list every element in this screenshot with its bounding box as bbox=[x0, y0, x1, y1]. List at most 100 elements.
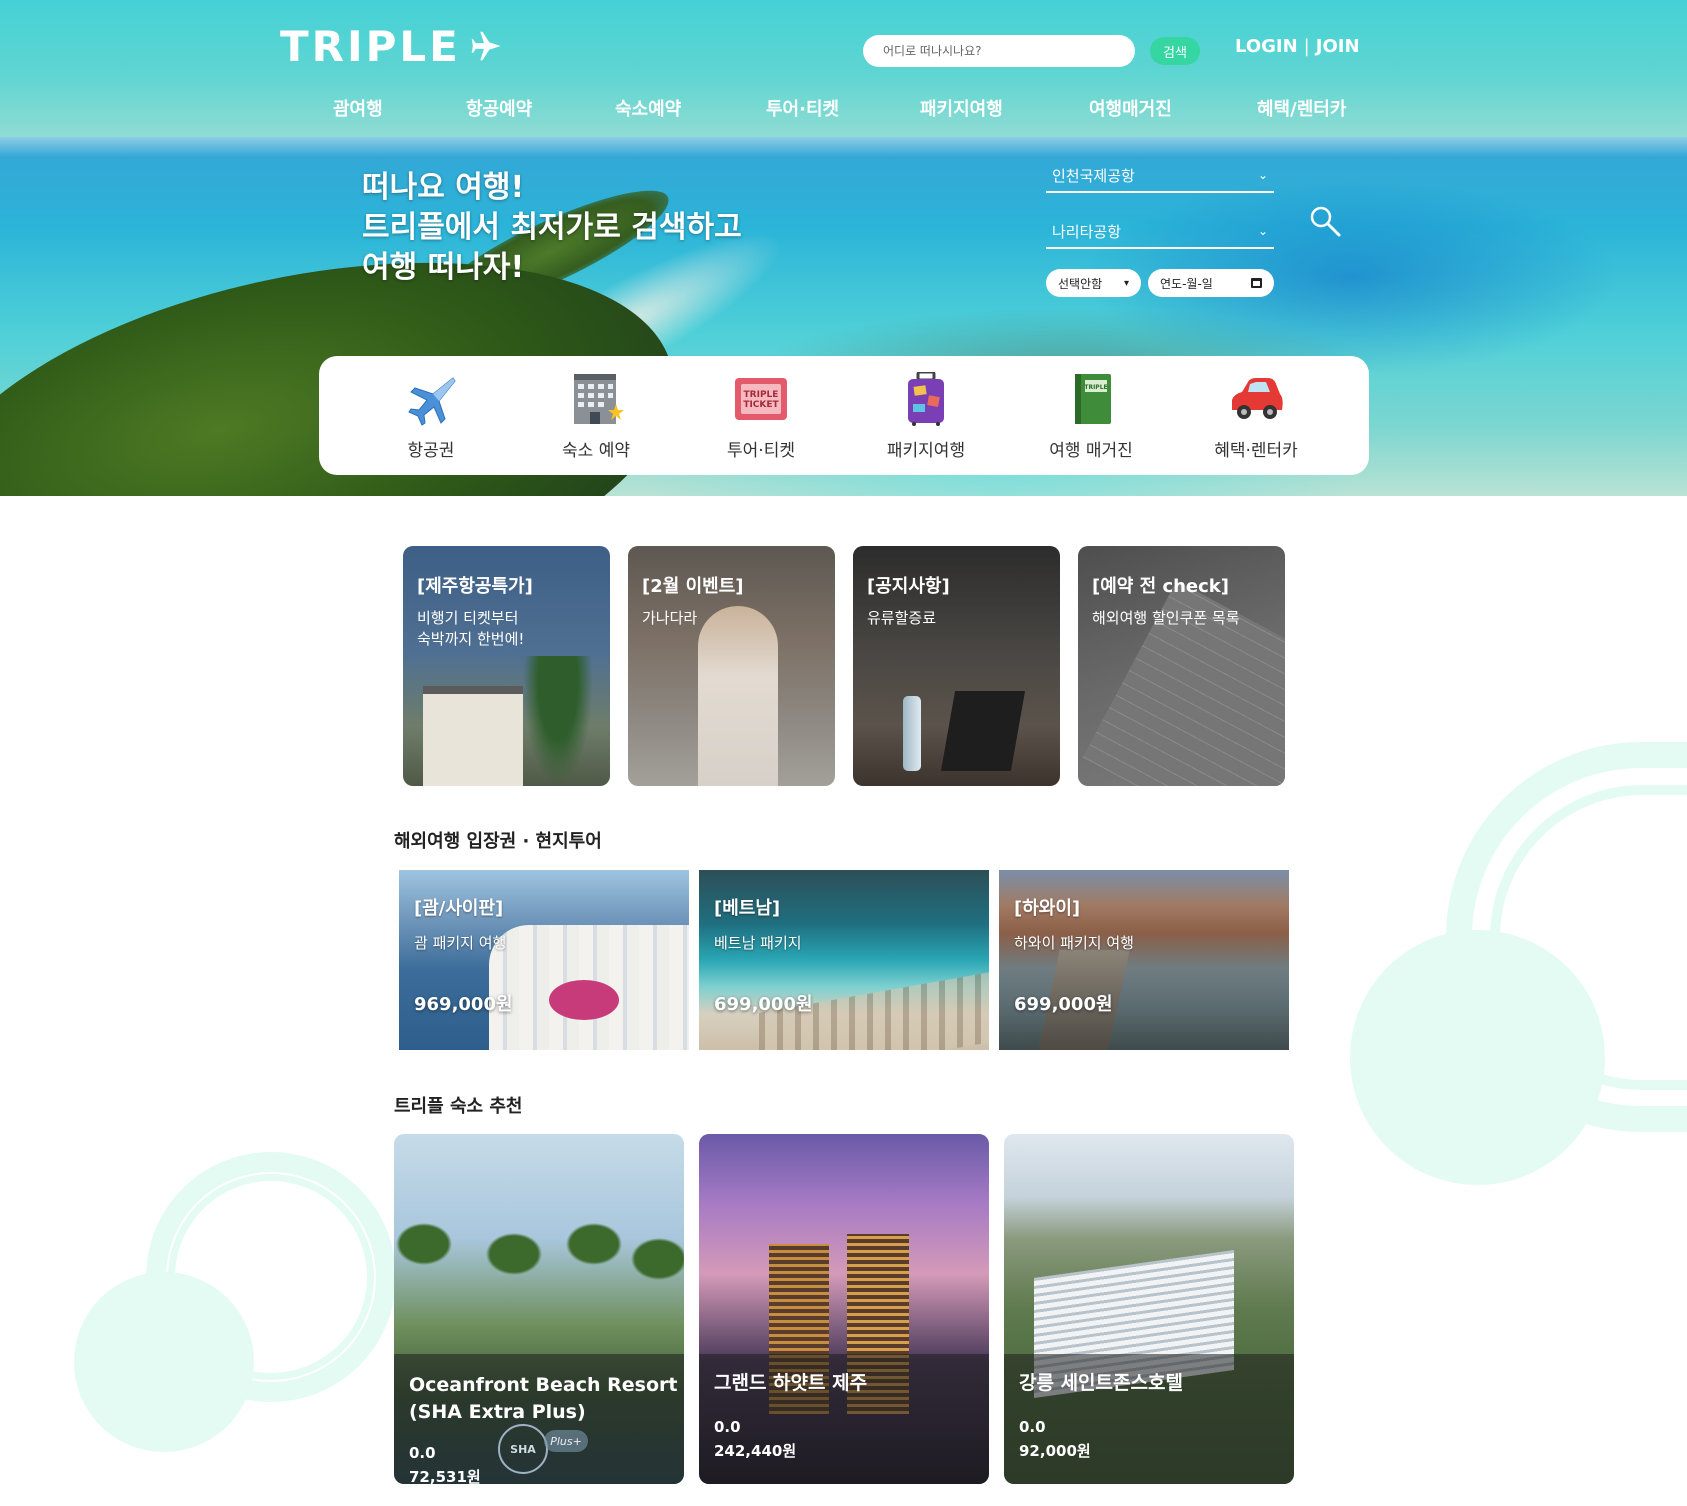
decor-ring bbox=[168, 1174, 374, 1380]
hotel-name-line: 그랜드 하얏트 제주 bbox=[714, 1372, 868, 1394]
event-desc-line: 유류할증료 bbox=[867, 609, 937, 627]
hero-headline-line: 여행 떠나자! bbox=[362, 250, 525, 285]
hotel-card-oceanfront[interactable]: SHA Plus+ Oceanfront Beach Resort (SHA E… bbox=[394, 1134, 684, 1484]
quick-item-label: 패키지여행 bbox=[886, 441, 966, 461]
search-icon[interactable] bbox=[1308, 205, 1342, 239]
hotel-price: 242,440원 bbox=[714, 1442, 797, 1460]
main-nav: 괌여행 항공예약 숙소예약 투어·티켓 패키지여행 여행매거진 혜택/렌터카 bbox=[0, 95, 1687, 121]
event-title: [공지사항] bbox=[867, 576, 950, 597]
event-card-jeju[interactable]: [제주항공특가] 비행기 티켓부터 숙박까지 한번에! bbox=[403, 546, 610, 786]
book-icon: TRIPLE bbox=[1063, 372, 1119, 426]
palm-image bbox=[523, 656, 593, 786]
search-input[interactable] bbox=[863, 35, 1135, 67]
palm-trees-image bbox=[394, 1214, 684, 1364]
option-select[interactable]: 선택안함 ▾ bbox=[1046, 269, 1141, 297]
search-button[interactable]: 검색 bbox=[1150, 37, 1200, 65]
join-link[interactable]: JOIN bbox=[1316, 36, 1360, 57]
hotel-name-line: Oceanfront Beach Resort bbox=[409, 1374, 678, 1396]
quick-item-flight[interactable]: 항공권 bbox=[371, 372, 491, 461]
event-desc-line: 해외여행 할인쿠폰 목록 bbox=[1092, 609, 1240, 627]
hotel-name: 강릉 세인트존스호텔 bbox=[1019, 1370, 1183, 1397]
airplane-icon bbox=[403, 372, 459, 426]
sha-plus-text: Plus+ bbox=[550, 1434, 582, 1448]
hotel-rating: 0.0 bbox=[714, 1418, 741, 1436]
sha-badge: SHA bbox=[498, 1424, 548, 1474]
quick-item-label: 혜택·렌터카 bbox=[1214, 441, 1298, 461]
building-image bbox=[423, 686, 523, 786]
hotel-card-st-johns[interactable]: 강릉 세인트존스호텔 0.0 92,000원 bbox=[1004, 1134, 1294, 1484]
hotel-icon bbox=[568, 372, 624, 426]
chevron-down-icon: ▾ bbox=[1123, 277, 1129, 289]
quick-item-magazine[interactable]: TRIPLE 여행 매거진 bbox=[1031, 372, 1151, 461]
laptop-image bbox=[940, 691, 1026, 771]
event-desc: 가나다라 bbox=[642, 608, 697, 629]
tour-title: [괌/사이판] bbox=[414, 898, 504, 919]
quick-item-benefit-rentcar[interactable]: 혜택·렌터카 bbox=[1196, 372, 1316, 461]
event-title: [예약 전 check] bbox=[1092, 576, 1229, 597]
event-title: [제주항공특가] bbox=[417, 576, 533, 597]
event-desc-line: 숙박까지 한번에! bbox=[417, 630, 525, 648]
tour-desc: 베트남 패키지 bbox=[714, 934, 802, 952]
tour-card-guam[interactable]: [괌/사이판] 괌 패키지 여행 969,000원 bbox=[399, 870, 689, 1050]
date-placeholder: 연도-월-일 bbox=[1160, 276, 1213, 291]
arrival-select[interactable]: 나리타공항 ⌄ bbox=[1046, 215, 1274, 249]
hero-headline-line: 떠나요 여행! bbox=[362, 170, 525, 205]
nav-item-guam[interactable]: 괌여행 bbox=[333, 95, 383, 121]
option-select-value: 선택안함 bbox=[1058, 276, 1103, 291]
quick-item-package[interactable]: 패키지여행 bbox=[866, 370, 986, 461]
nav-item-tour-ticket[interactable]: 투어·티켓 bbox=[766, 95, 839, 121]
site-header: TRIPLE 검색 LOGIN | JOIN 괌여행 항공예약 숙소예약 투어·… bbox=[0, 0, 1687, 137]
quick-item-label: 투어·티켓 bbox=[727, 441, 795, 461]
hotel-rating: 0.0 bbox=[409, 1444, 436, 1462]
woman-image bbox=[698, 606, 778, 786]
quick-item-hotel[interactable]: 숙소 예약 bbox=[536, 372, 656, 461]
bottle-image bbox=[903, 696, 921, 771]
hotel-section-title: 트리플 숙소 추천 bbox=[394, 1096, 523, 1117]
hotel-name-line: (SHA Extra Plus) bbox=[409, 1401, 586, 1423]
tour-price: 699,000원 bbox=[1014, 994, 1113, 1015]
logo[interactable]: TRIPLE bbox=[280, 22, 505, 71]
nav-item-flight[interactable]: 항공예약 bbox=[466, 95, 532, 121]
quick-item-label: 여행 매거진 bbox=[1049, 441, 1133, 461]
date-input[interactable]: 연도-월-일 bbox=[1148, 269, 1274, 297]
event-card-check[interactable]: [예약 전 check] 해외여행 할인쿠폰 목록 bbox=[1078, 546, 1285, 786]
chevron-down-icon: ⌄ bbox=[1257, 224, 1268, 238]
hotel-rating: 0.0 bbox=[1019, 1418, 1046, 1436]
tour-price: 699,000원 bbox=[714, 994, 813, 1015]
quick-item-ticket[interactable]: TRIPLE TICKET 투어·티켓 bbox=[701, 372, 821, 461]
nav-item-package[interactable]: 패키지여행 bbox=[920, 95, 1003, 121]
nav-item-benefit-rentcar[interactable]: 혜택/렌터카 bbox=[1257, 95, 1346, 121]
tour-card-vietnam[interactable]: [베트남] 베트남 패키지 699,000원 bbox=[699, 870, 989, 1050]
ticket-icon: TRIPLE TICKET bbox=[733, 372, 789, 426]
hotel-name: 그랜드 하얏트 제주 bbox=[714, 1370, 867, 1397]
quick-item-label: 숙소 예약 bbox=[562, 441, 630, 461]
tour-card-hawaii[interactable]: [하와이] 하와이 패키지 여행 699,000원 bbox=[999, 870, 1289, 1050]
chevron-down-icon: ⌄ bbox=[1257, 168, 1268, 182]
tour-desc: 괌 패키지 여행 bbox=[414, 934, 507, 952]
event-desc: 비행기 티켓부터 숙박까지 한번에! bbox=[417, 608, 524, 650]
event-card-february[interactable]: [2월 이벤트] 가나다라 bbox=[628, 546, 835, 786]
tour-desc: 하와이 패키지 여행 bbox=[1014, 934, 1134, 952]
tour-title: [베트남] bbox=[714, 898, 781, 919]
sha-badge-text: SHA bbox=[510, 1442, 536, 1456]
event-desc-line: 비행기 티켓부터 bbox=[417, 609, 519, 627]
event-desc-line: 가나다라 bbox=[642, 609, 698, 627]
login-link[interactable]: LOGIN bbox=[1235, 36, 1298, 57]
hotel-name-line: 강릉 세인트존스호텔 bbox=[1019, 1372, 1183, 1394]
luggage-icon bbox=[898, 370, 954, 426]
svg-text:TRIPLE: TRIPLE bbox=[1084, 384, 1107, 391]
nav-item-magazine[interactable]: 여행매거진 bbox=[1089, 95, 1172, 121]
hotel-price: 72,531원 bbox=[409, 1468, 481, 1484]
hotel-name: Oceanfront Beach Resort (SHA Extra Plus) bbox=[409, 1372, 678, 1426]
quick-item-label: 항공권 bbox=[407, 441, 455, 461]
hero-sky bbox=[0, 137, 1687, 157]
event-desc: 해외여행 할인쿠폰 목록 bbox=[1092, 608, 1240, 629]
hotel-card-grand-hyatt[interactable]: 그랜드 하얏트 제주 0.0 242,440원 bbox=[699, 1134, 989, 1484]
hotel-price: 92,000원 bbox=[1019, 1442, 1091, 1460]
nav-item-hotel[interactable]: 숙소예약 bbox=[615, 95, 681, 121]
arrival-value: 나리타공항 bbox=[1052, 222, 1122, 241]
departure-select[interactable]: 인천국제공항 ⌄ bbox=[1046, 159, 1274, 193]
tour-section-title: 해외여행 입장권 · 현지투어 bbox=[394, 831, 602, 852]
event-card-notice[interactable]: [공지사항] 유류할증료 bbox=[853, 546, 1060, 786]
airplane-logo-icon bbox=[471, 31, 501, 61]
